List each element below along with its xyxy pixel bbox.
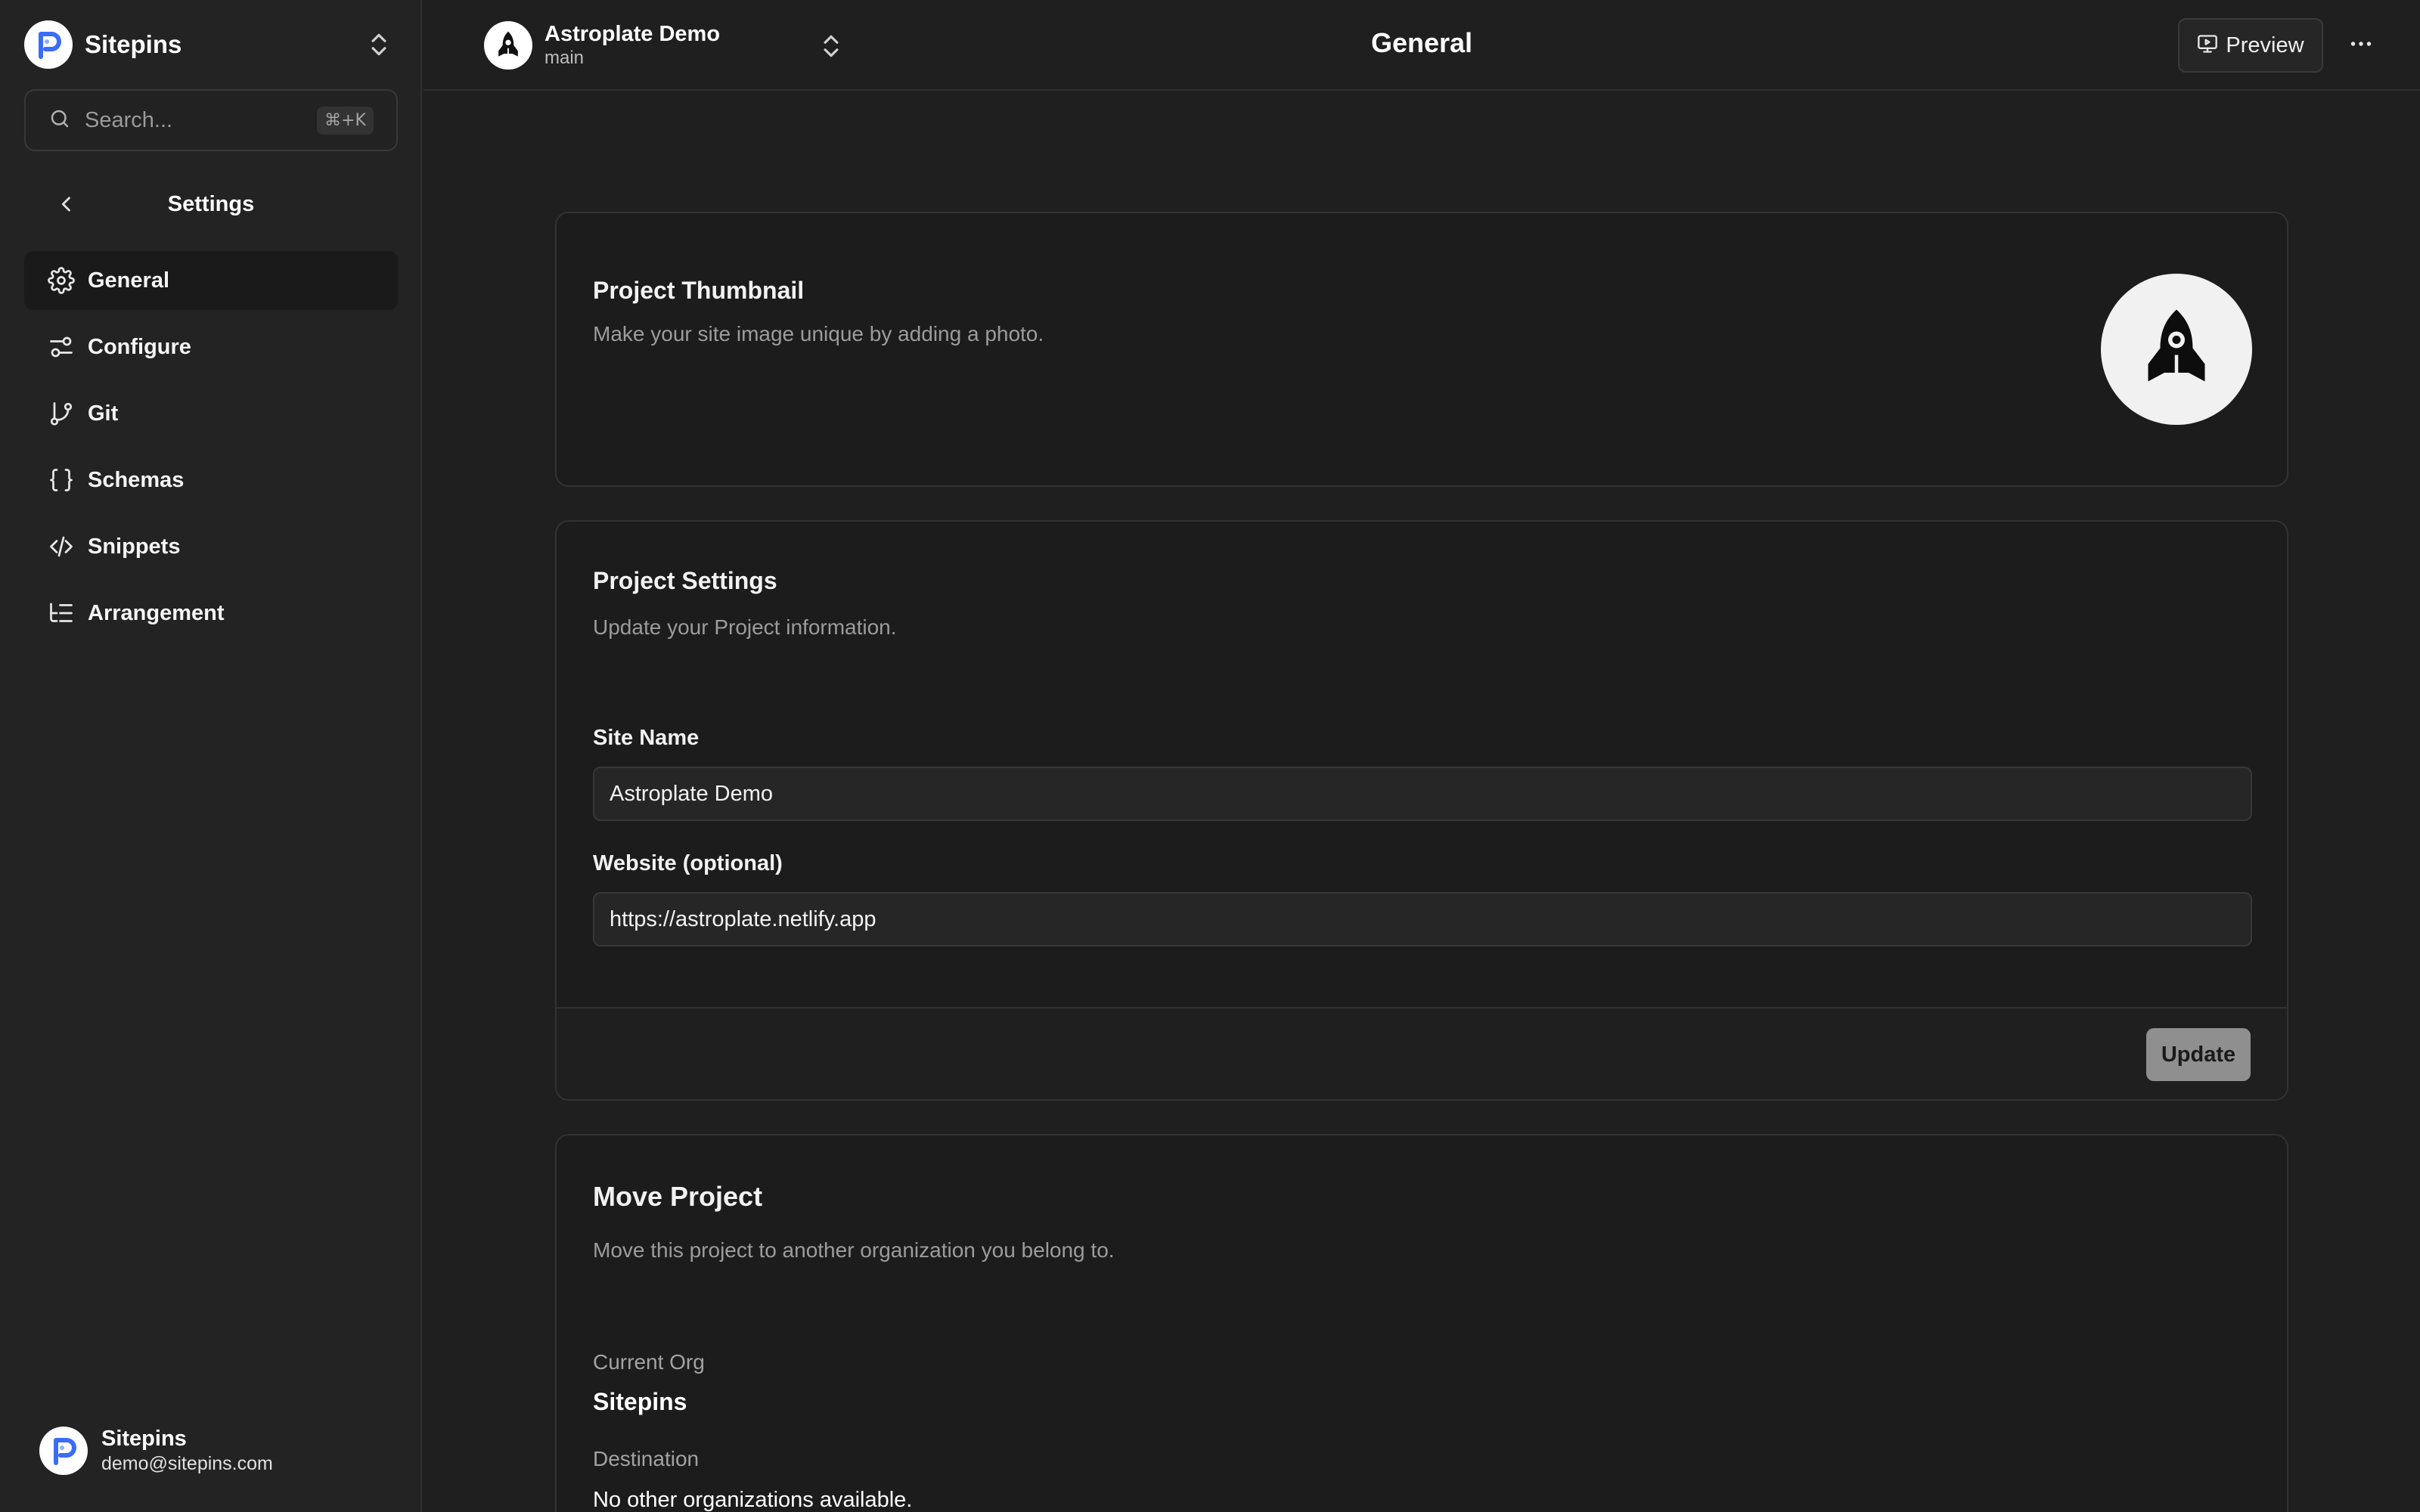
braces-icon: [47, 466, 76, 494]
sidebar-item-label: General: [88, 268, 169, 293]
preview-button[interactable]: Preview: [2178, 18, 2323, 73]
chevrons-up-down-icon[interactable]: [365, 30, 393, 59]
card-title: Move Project: [593, 1181, 763, 1212]
card-footer: Update: [557, 1007, 2287, 1099]
code-icon: [47, 532, 76, 561]
move-project-card: Move Project Move this project to anothe…: [555, 1134, 2288, 1512]
settings-header: Settings: [24, 178, 398, 230]
app-window: Sitepins Search... ⌘+K Settings General …: [0, 0, 2420, 1512]
sidebar-item-label: Snippets: [88, 534, 181, 559]
current-org-value: Sitepins: [593, 1388, 687, 1415]
preview-label: Preview: [2226, 33, 2304, 57]
git-branch-icon: [47, 399, 76, 428]
list-tree-icon: [47, 599, 76, 627]
search-shortcut-badge: ⌘+K: [317, 106, 374, 135]
user-name: Sitepins: [101, 1427, 187, 1451]
sidebar-item-label: Arrangement: [88, 600, 225, 625]
topbar: Astroplate Demo main General Preview: [424, 0, 2420, 91]
project-thumbnail-rocket-icon[interactable]: [2101, 274, 2252, 425]
sidebar-item-schemas[interactable]: Schemas: [24, 451, 398, 510]
site-name-label: Site Name: [593, 726, 700, 750]
destination-label: Destination: [593, 1447, 700, 1470]
sidebar-item-arrangement[interactable]: Arrangement: [24, 584, 398, 643]
card-title: Project Settings: [593, 567, 777, 594]
card-description: Update your Project information.: [593, 615, 897, 639]
website-input[interactable]: [593, 892, 2252, 947]
website-label: Website (optional): [593, 851, 783, 875]
gear-icon: [47, 266, 76, 295]
sliders-icon: [47, 333, 76, 361]
settings-title: Settings: [167, 192, 255, 216]
search-box[interactable]: Search... ⌘+K: [24, 89, 398, 151]
current-org-label: Current Org: [593, 1350, 705, 1374]
sidebar: Sitepins Search... ⌘+K Settings General …: [0, 0, 422, 1512]
page-title: General: [1370, 27, 1473, 58]
card-title: Project Thumbnail: [593, 277, 805, 304]
org-name: Sitepins: [85, 30, 182, 58]
avatar: [39, 1427, 88, 1475]
sidebar-item-label: Configure: [88, 334, 191, 359]
sidebar-item-git[interactable]: Git: [24, 384, 398, 443]
user-info: Sitepins demo@sitepins.com: [101, 1426, 273, 1476]
sidebar-item-snippets[interactable]: Snippets: [24, 517, 398, 576]
card-description: Make your site image unique by adding a …: [593, 322, 1044, 345]
sidebar-item-label: Git: [88, 401, 119, 426]
more-options-icon[interactable]: [2344, 27, 2378, 60]
org-switcher[interactable]: Sitepins: [24, 20, 393, 70]
project-settings-card: Project Settings Update your Project inf…: [555, 520, 2288, 1101]
user-email: demo@sitepins.com: [101, 1453, 273, 1474]
sitepins-logo-icon: [24, 20, 73, 69]
sidebar-item-label: Schemas: [88, 467, 185, 492]
site-name-input[interactable]: [593, 767, 2252, 821]
update-button[interactable]: Update: [2146, 1028, 2251, 1081]
settings-nav: General Configure Git Schemas Snippets A…: [24, 251, 398, 650]
card-description: Move this project to another organizatio…: [593, 1238, 1115, 1262]
sidebar-item-configure[interactable]: Configure: [24, 318, 398, 376]
monitor-play-icon: [2197, 33, 2218, 58]
search-icon: [48, 107, 71, 134]
user-profile[interactable]: Sitepins demo@sitepins.com: [39, 1426, 273, 1476]
search-placeholder: Search...: [85, 107, 173, 132]
destination-value: No other organizations available.: [593, 1488, 913, 1512]
sidebar-item-general[interactable]: General: [24, 251, 398, 310]
project-thumbnail-card: Project Thumbnail Make your site image u…: [555, 212, 2288, 487]
